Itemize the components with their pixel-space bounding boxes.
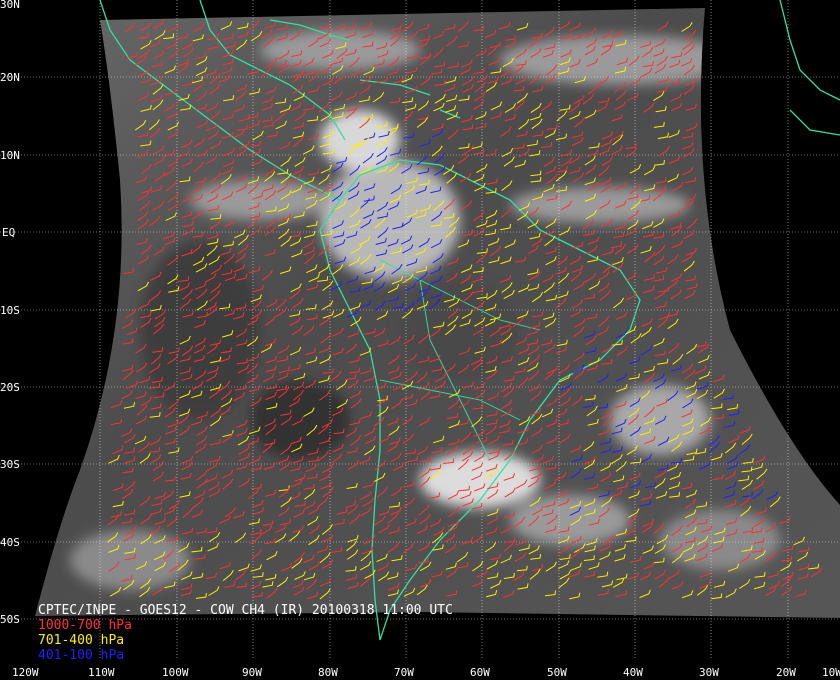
lon-label: 10W [822, 666, 840, 679]
legend-high-level: 401-100 hPa [38, 648, 125, 663]
lat-label: 20S [0, 381, 20, 394]
lon-label: 70W [394, 666, 414, 679]
lon-label: 90W [242, 666, 262, 679]
longitude-labels: 120W 110W 100W 90W 80W 70W 60W 50W 40W 3… [12, 666, 840, 679]
lat-label: 30N [0, 0, 20, 11]
lon-label: 120W [12, 666, 39, 679]
legend-mid-level: 701-400 hPa [38, 633, 125, 648]
map-title: CPTEC/INPE - GOES12 - COW CH4 (IR) 20100… [38, 603, 453, 618]
map-caption: CPTEC/INPE - GOES12 - COW CH4 (IR) 20100… [38, 603, 453, 663]
lon-label: 40W [623, 666, 643, 679]
lat-label: 50S [0, 613, 20, 626]
lon-label: 50W [547, 666, 567, 679]
lon-label: 60W [470, 666, 490, 679]
lat-label: 20N [0, 71, 20, 84]
lon-label: 20W [776, 666, 796, 679]
lat-label: 30S [0, 458, 20, 471]
lon-label: 80W [318, 666, 338, 679]
latitude-labels: 30N 20N 10N EQ 10S 20S 30S 40S 50S [0, 0, 20, 626]
lat-label: 10N [0, 149, 20, 162]
lat-label: 10S [0, 304, 20, 317]
lon-label: 110W [88, 666, 115, 679]
lat-label: EQ [2, 226, 15, 239]
lon-label: 30W [699, 666, 719, 679]
lat-label: 40S [0, 536, 20, 549]
satellite-imagery [35, 8, 840, 618]
legend-low-level: 1000-700 hPa [38, 618, 132, 633]
satellite-wind-map: 30N 20N 10N EQ 10S 20S 30S 40S 50S 120W … [0, 0, 840, 679]
lon-label: 100W [162, 666, 189, 679]
